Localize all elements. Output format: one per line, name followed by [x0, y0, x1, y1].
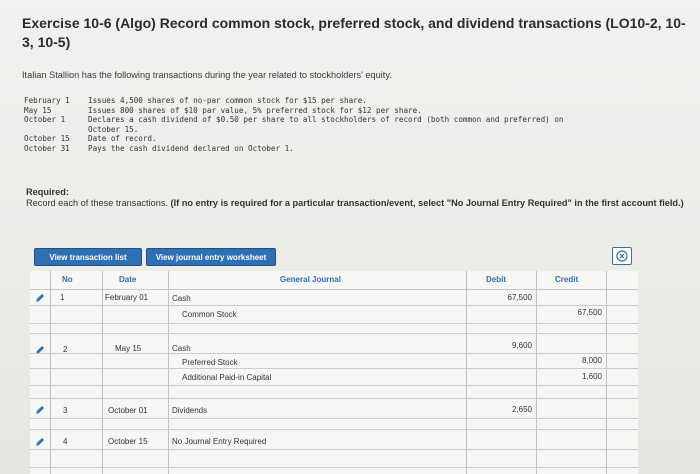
line-divider — [30, 467, 638, 468]
entry-no: 1 — [60, 293, 65, 302]
edit-pencil-icon[interactable] — [35, 293, 45, 303]
account-cell: Cash — [172, 294, 191, 303]
header-debit: Debit — [486, 275, 506, 284]
header-credit: Credit — [555, 275, 579, 284]
transaction-line: October 31 Pays the cash dividend declar… — [24, 144, 684, 154]
row-divider — [30, 398, 638, 399]
row-divider — [30, 429, 638, 430]
close-circle-icon[interactable] — [612, 247, 632, 265]
row-divider — [30, 333, 638, 334]
credit-cell: 8,000 — [581, 356, 602, 365]
header-general-journal: General Journal — [280, 275, 341, 284]
line-divider — [30, 305, 638, 306]
transaction-text: Declares a cash dividend of $0.50 per sh… — [88, 115, 564, 125]
transaction-text: Pays the cash dividend declared on Octob… — [88, 143, 294, 153]
required-text: Record each of these transactions. — [26, 198, 168, 208]
header-no: No — [62, 275, 73, 284]
column-divider — [168, 271, 169, 474]
required-bold-note: (If no entry is required for a particula… — [170, 198, 684, 208]
transaction-line: May 15 Issues 800 shares of $10 par valu… — [24, 106, 684, 116]
required-instructions: Record each of these transactions. (If n… — [26, 198, 686, 209]
journal-table: No Date General Journal Debit Credit 1 F… — [30, 271, 638, 474]
column-divider — [50, 271, 51, 474]
journal-table-header: No Date General Journal Debit Credit — [30, 271, 638, 289]
entry-date: February 01 — [105, 293, 149, 302]
transaction-list: February 1 Issues 4,500 shares of no-par… — [24, 96, 684, 154]
transaction-date: October 15 — [24, 134, 70, 144]
column-divider — [606, 271, 607, 474]
view-transaction-list-button[interactable]: View transaction list — [34, 248, 142, 266]
line-divider — [30, 449, 638, 450]
line-divider — [30, 368, 638, 369]
credit-cell: 1,600 — [581, 372, 602, 381]
account-cell: Additional Paid-in Capital — [182, 373, 272, 382]
entry-no: 4 — [63, 437, 68, 446]
debit-cell: 9,600 — [511, 341, 532, 350]
intro-text: Italian Stallion has the following trans… — [22, 70, 392, 80]
view-journal-worksheet-button[interactable]: View journal entry worksheet — [146, 248, 276, 266]
column-divider — [536, 271, 537, 474]
line-divider — [30, 353, 638, 354]
credit-cell: 67,500 — [577, 308, 602, 317]
account-cell: No Journal Entry Required — [172, 437, 267, 446]
debit-cell: 2,650 — [511, 405, 532, 414]
edit-pencil-icon[interactable] — [35, 437, 45, 447]
entry-no: 3 — [63, 406, 68, 415]
account-cell: Cash — [172, 344, 191, 353]
transaction-line: October 1 Declares a cash dividend of $0… — [24, 115, 684, 125]
entry-date: October 15 — [108, 437, 148, 446]
header-date: Date — [119, 275, 137, 284]
entry-date: May 15 — [115, 344, 142, 353]
transaction-continuation: October 15. — [88, 124, 139, 134]
transaction-line: February 1 Issues 4,500 shares of no-par… — [24, 96, 684, 106]
edit-pencil-icon[interactable] — [35, 405, 45, 415]
transaction-date: October 31 — [24, 143, 70, 153]
line-divider — [30, 323, 638, 324]
header-divider — [30, 289, 638, 290]
transaction-text: Issues 4,500 shares of no-par common sto… — [88, 96, 367, 105]
account-cell: Common Stock — [182, 310, 237, 319]
transaction-date: February 1 — [24, 96, 70, 105]
close-circle-icon-glyph — [616, 250, 628, 262]
transaction-text: Issues 800 shares of $10 par value, 5% p… — [88, 105, 422, 115]
exercise-page: Exercise 10-6 (Algo) Record common stock… — [0, 0, 700, 474]
transaction-line: October 15 Date of record. — [24, 134, 684, 144]
debit-cell: 67,500 — [507, 293, 532, 302]
transaction-date: October 1 — [24, 115, 66, 125]
page-title: Exercise 10-6 (Algo) Record common stock… — [22, 15, 686, 50]
column-divider — [102, 271, 103, 474]
required-label: Required: — [26, 187, 69, 197]
line-divider — [30, 418, 638, 419]
transaction-text: Date of record. — [88, 134, 157, 144]
line-divider — [30, 385, 638, 386]
account-cell: Preferred Stock — [182, 358, 238, 367]
entry-date: October 01 — [108, 406, 148, 415]
transaction-date: May 15 — [24, 105, 52, 115]
account-cell: Dividends — [172, 406, 208, 415]
column-divider — [466, 271, 467, 474]
